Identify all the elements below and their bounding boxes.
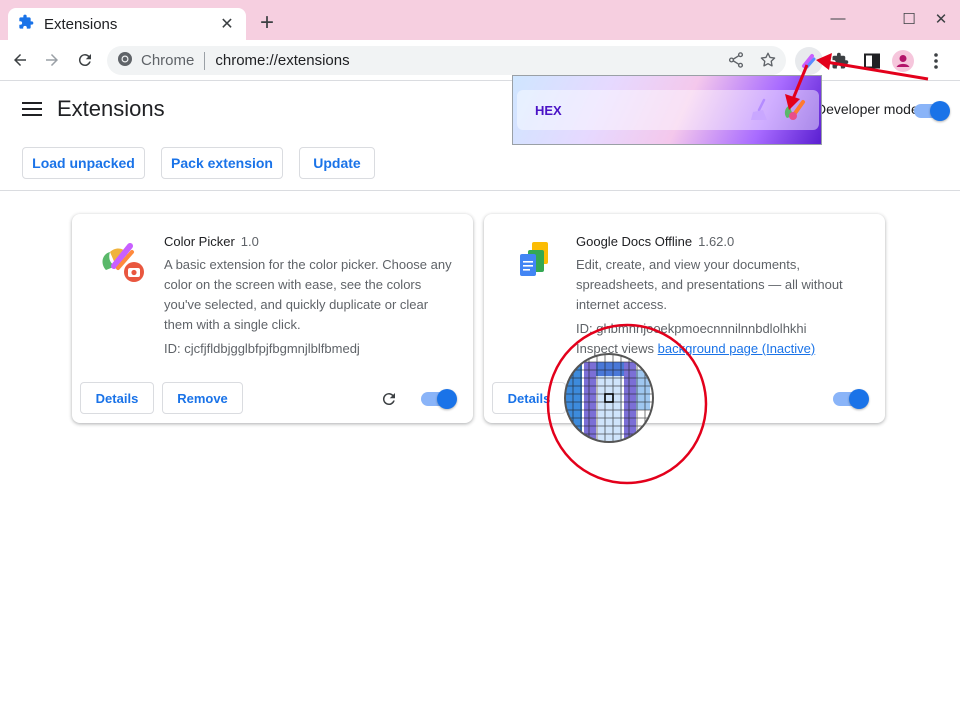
omnibox-divider xyxy=(204,51,206,70)
update-button[interactable]: Update xyxy=(299,147,375,179)
puzzle-icon xyxy=(18,14,34,35)
new-tab-button[interactable]: + xyxy=(256,11,278,35)
extension-title: Color Picker xyxy=(164,234,235,249)
window-close-icon[interactable]: ✕ xyxy=(930,10,952,30)
details-button[interactable]: Details xyxy=(80,382,154,414)
extension-description: A basic extension for the color picker. … xyxy=(164,257,452,332)
chrome-logo-icon xyxy=(117,51,133,71)
maximize-icon[interactable]: ☐ xyxy=(898,10,920,30)
remove-button[interactable]: Remove xyxy=(162,382,243,414)
address-bar[interactable]: Chrome chrome://extensions xyxy=(107,46,786,75)
developer-mode-toggle[interactable] xyxy=(914,101,950,121)
omnibox-chrome-label: Chrome xyxy=(141,52,195,69)
page-title: Extensions xyxy=(57,96,165,121)
extension-enable-toggle[interactable] xyxy=(421,389,457,409)
color-picker-icon xyxy=(802,54,816,69)
inspect-views: Inspect views background page (Inactive) xyxy=(576,341,815,356)
extension-name: Google Docs Offline 1.62.0 xyxy=(576,234,734,249)
extension-version: 1.0 xyxy=(240,234,259,249)
reload-icon[interactable] xyxy=(73,48,97,72)
tab-extensions[interactable]: Extensions ✕ xyxy=(8,8,246,40)
omnibox-url[interactable]: chrome://extensions xyxy=(215,52,349,69)
pack-extension-button[interactable]: Pack extension xyxy=(161,147,283,179)
extension-version: 1.62.0 xyxy=(698,234,735,249)
tab-close-icon[interactable]: ✕ xyxy=(218,14,236,34)
google-docs-logo-icon xyxy=(508,236,558,286)
reload-extension-icon[interactable] xyxy=(380,390,398,408)
forward-icon[interactable] xyxy=(40,48,64,72)
share-icon[interactable] xyxy=(727,51,747,71)
tab-strip: Extensions ✕ + — ☐ ✕ xyxy=(0,0,960,40)
tab-title: Extensions xyxy=(44,15,118,33)
extension-card-color-picker: Color Picker 1.0 A basic extension for th… xyxy=(72,214,473,423)
extensions-puzzle-icon[interactable] xyxy=(828,49,852,73)
profile-avatar-icon[interactable] xyxy=(891,49,915,73)
extension-id: ID: ghbmnnjooekpmoecnnnilnnbdlolhkhi xyxy=(576,321,807,336)
back-icon[interactable] xyxy=(8,48,32,72)
color-picker-logo-icon xyxy=(96,236,146,286)
extension-enable-toggle[interactable] xyxy=(833,389,869,409)
details-button[interactable]: Details xyxy=(492,382,566,414)
inspect-views-label: Inspect views xyxy=(576,341,655,356)
extension-description: Edit, create, and view your documents, s… xyxy=(576,257,843,312)
extension-id: ID: cjcfjfldbjgglbfpjfbgmnjlblfbmedj xyxy=(164,341,360,356)
extension-name: Color Picker 1.0 xyxy=(164,234,259,249)
side-panel-icon[interactable] xyxy=(860,49,884,73)
more-menu-icon[interactable] xyxy=(924,49,948,73)
extension-card-google-docs-offline: Google Docs Offline 1.62.0 Edit, create, … xyxy=(484,214,885,423)
hex-label: HEX xyxy=(535,103,562,118)
clear-broom-icon[interactable] xyxy=(749,98,771,127)
extension-title: Google Docs Offline xyxy=(576,234,693,249)
color-picker-toolbar-button[interactable] xyxy=(795,47,823,75)
developer-mode-label: Developer mode xyxy=(816,101,919,117)
color-picker-popup: HEX xyxy=(512,75,822,145)
popup-bar: HEX xyxy=(517,90,819,130)
load-unpacked-button[interactable]: Load unpacked xyxy=(22,147,145,179)
minimize-icon[interactable]: — xyxy=(827,10,849,30)
eyedropper-icon[interactable] xyxy=(781,96,807,129)
bookmark-star-icon[interactable] xyxy=(759,51,779,71)
menu-icon[interactable] xyxy=(22,102,42,118)
background-page-link[interactable]: background page (Inactive) xyxy=(658,341,816,356)
